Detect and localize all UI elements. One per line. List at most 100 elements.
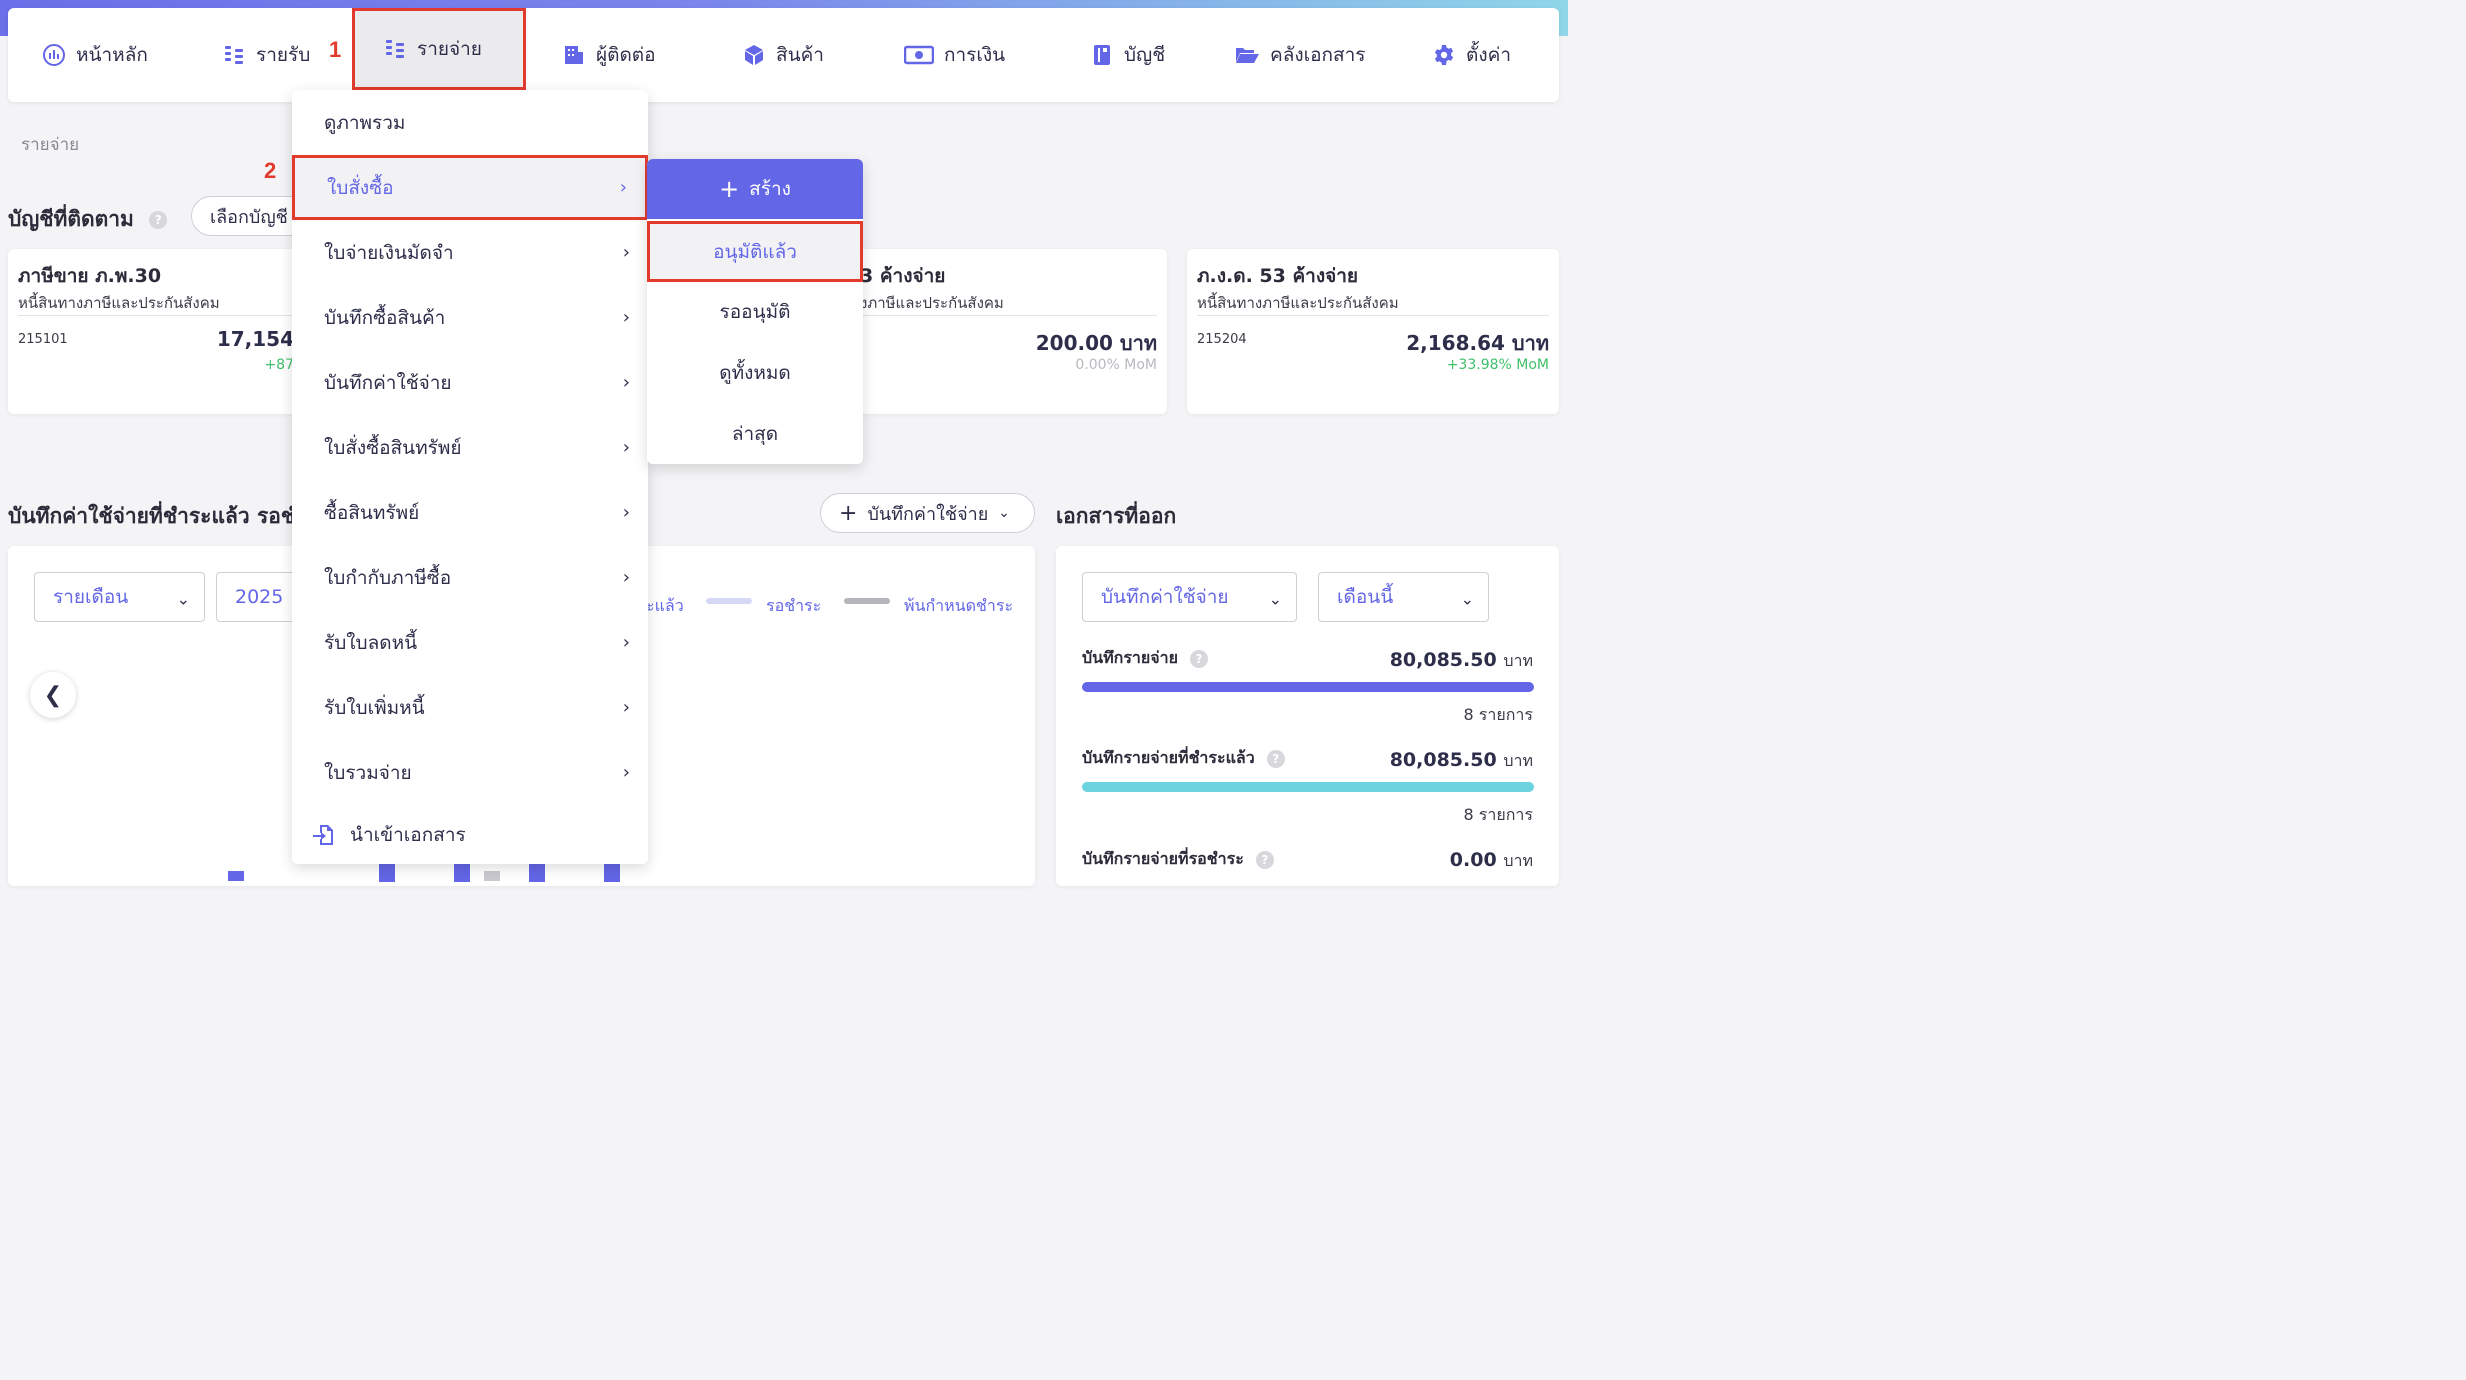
menu-item-purchase-tax-invoice[interactable]: ใบกำกับภาษีซื้อ ›: [292, 545, 648, 610]
doc-period-select[interactable]: เดือนนี้ ⌄: [1318, 572, 1489, 622]
account-mom: +87: [264, 357, 294, 373]
nav-expenses[interactable]: รายจ่าย: [352, 8, 526, 90]
doc-period-select-value: เดือนนี้: [1337, 586, 1394, 608]
nav-documents-label: คลังเอกสาร: [1270, 44, 1366, 66]
chevron-down-icon: ⌄: [176, 589, 190, 609]
account-card-3[interactable]: ภ.ง.ด. 53 ค้างจ่าย หนี้สินทางภาษีและประก…: [1187, 249, 1559, 414]
chevron-right-icon: ›: [622, 697, 630, 718]
menu-item-deposit-payment[interactable]: ใบจ่ายเงินมัดจำ ›: [292, 220, 648, 285]
plus-icon: +: [719, 175, 740, 203]
submenu-item-pending-approval[interactable]: รออนุมัติ: [647, 281, 863, 342]
building-icon: [565, 46, 583, 64]
help-icon[interactable]: ?: [1190, 649, 1209, 668]
issued-docs-title: เอกสารที่ออก: [1056, 504, 1177, 528]
file-import-icon: [313, 824, 333, 845]
main-navbar: หน้าหลัก รายรับ รายจ่าย ผู้ติดต่อ สินค้า…: [8, 8, 1559, 102]
account-subtitle: งภาษีและประกันสังคม: [860, 294, 1004, 312]
menu-item-purchase-record[interactable]: บันทึกซื้อสินค้า ›: [292, 285, 648, 350]
chevron-right-icon: ›: [622, 372, 630, 393]
menu-item-debit-note[interactable]: รับใบเพิ่มหนี้ ›: [292, 675, 648, 740]
stat-label-text: บันทึกรายจ่ายที่ชำระแล้ว: [1082, 748, 1255, 767]
stat-amount: 80,085.50 บาท: [1390, 649, 1533, 674]
menu-item-credit-note[interactable]: รับใบลดหนี้ ›: [292, 610, 648, 675]
chart-prev-button[interactable]: ❮: [30, 672, 76, 718]
submenu-item-view-all[interactable]: ดูทั้งหมด: [647, 342, 863, 403]
nav-finance[interactable]: การเงิน: [904, 8, 1005, 102]
nav-income[interactable]: รายรับ: [222, 8, 310, 102]
menu-item-label: บันทึกค่าใช้จ่าย: [324, 371, 452, 394]
tracked-accounts-title-text: บัญชีที่ติดตาม: [8, 207, 134, 231]
submenu-item-approved[interactable]: อนุมัติแล้ว: [647, 221, 863, 282]
chevron-down-icon: ⌄: [998, 505, 1011, 521]
menu-item-combined-payment[interactable]: ใบรวมจ่าย ›: [292, 740, 648, 805]
nav-accounts[interactable]: บัญชี: [1090, 8, 1165, 102]
create-label: สร้าง: [749, 178, 791, 200]
select-account-label: เลือกบัญชี: [210, 206, 288, 228]
menu-item-purchase-order[interactable]: ใบสั่งซื้อ ›: [292, 155, 648, 220]
coin-stack-icon: [386, 40, 404, 58]
account-subtitle: หนี้สินทางภาษีและประกันสังคม: [18, 294, 220, 312]
doc-type-select-value: บันทึกค่าใช้จ่าย: [1101, 586, 1229, 608]
year-select-value: 2025: [235, 586, 284, 608]
purchase-order-submenu: + สร้าง อนุมัติแล้ว รออนุมัติ ดูทั้งหมด …: [647, 159, 863, 464]
annotation-1: 1: [329, 37, 342, 62]
menu-item-label: ใบสั่งซื้อ: [327, 176, 394, 199]
legend-swatch-overdue: [844, 598, 890, 604]
divider: [860, 315, 1157, 316]
stat-amount: 80,085.50 บาท: [1390, 749, 1533, 774]
stat-label: บันทึกรายจ่ายที่ชำระแล้ว ?: [1082, 746, 1285, 771]
menu-item-label: นำเข้าเอกสาร: [350, 823, 466, 846]
stat-label: บันทึกรายจ่าย ?: [1082, 646, 1209, 671]
expense-section-title: บันทึกค่าใช้จ่ายที่ชำระแล้ว รอชำ: [8, 504, 307, 528]
nav-settings[interactable]: ตั้งค่า: [1432, 8, 1511, 102]
nav-accounts-label: บัญชี: [1124, 44, 1166, 66]
stat-amount: 0.00 บาท: [1450, 849, 1533, 874]
menu-item-label: ใบกำกับภาษีซื้อ: [324, 566, 452, 589]
chevron-right-icon: ›: [622, 502, 630, 523]
stat-count: 8 รายการ: [1463, 705, 1533, 724]
menu-item-expense-record[interactable]: บันทึกค่าใช้จ่าย ›: [292, 350, 648, 415]
divider: [18, 315, 298, 316]
menu-item-label: ซื้อสินทรัพย์: [324, 501, 420, 524]
help-icon[interactable]: ?: [1255, 850, 1274, 869]
issued-docs-card: บันทึกค่าใช้จ่าย ⌄ เดือนนี้ ⌄ บันทึกรายจ…: [1056, 546, 1559, 886]
period-select[interactable]: รายเดือน ⌄: [34, 572, 205, 622]
nav-contacts[interactable]: ผู้ติดต่อ: [562, 8, 656, 102]
chevron-right-icon: ›: [622, 307, 630, 328]
menu-item-import-documents[interactable]: นำเข้าเอกสาร: [292, 802, 648, 867]
menu-item-asset-order[interactable]: ใบสั่งซื้อสินทรัพย์ ›: [292, 415, 648, 480]
help-icon[interactable]: ?: [149, 211, 168, 229]
stat-label-text: บันทึกรายจ่ายที่รอชำระ: [1082, 849, 1244, 868]
menu-item-label: ใบรวมจ่าย: [324, 761, 412, 784]
create-purchase-order-button[interactable]: + สร้าง: [647, 159, 863, 219]
stat-amount-value: 0.00: [1449, 849, 1497, 871]
chevron-right-icon: ›: [622, 762, 630, 783]
account-code: 215204: [1197, 332, 1247, 347]
stat-progress-bar: [1082, 682, 1534, 692]
nav-products[interactable]: สินค้า: [742, 8, 824, 102]
help-icon[interactable]: ?: [1266, 749, 1285, 768]
nav-documents[interactable]: คลังเอกสาร: [1234, 8, 1366, 102]
submenu-item-label: อนุมัติแล้ว: [713, 240, 797, 263]
nav-home[interactable]: หน้าหลัก: [42, 8, 148, 102]
doc-type-select[interactable]: บันทึกค่าใช้จ่าย ⌄: [1082, 572, 1297, 622]
submenu-item-latest[interactable]: ล่าสุด: [647, 403, 863, 464]
breadcrumb: รายจ่าย: [21, 135, 80, 155]
account-card-1[interactable]: ภาษีขาย ภ.พ.30 หนี้สินทางภาษีและประกันสั…: [8, 249, 308, 414]
submenu-item-label: รออนุมัติ: [719, 300, 791, 323]
chevron-right-icon: ›: [622, 242, 630, 263]
menu-item-label: ใบจ่ายเงินมัดจำ: [324, 241, 454, 264]
nav-income-label: รายรับ: [256, 44, 311, 66]
legend-swatch-pending: [706, 598, 752, 604]
menu-item-overview[interactable]: ดูภาพรวม: [292, 90, 648, 155]
expenses-dropdown-menu: ดูภาพรวม ใบสั่งซื้อ › ใบจ่ายเงินมัดจำ › …: [292, 90, 648, 864]
folder-open-icon: [1236, 48, 1259, 63]
stat-progress-bar: [1082, 782, 1534, 792]
nav-products-label: สินค้า: [776, 44, 824, 66]
divider: [1197, 315, 1549, 316]
nav-finance-label: การเงิน: [944, 44, 1006, 66]
menu-item-buy-asset[interactable]: ซื้อสินทรัพย์ ›: [292, 480, 648, 545]
add-expense-button[interactable]: + บันทึกค่าใช้จ่าย ⌄: [820, 493, 1035, 533]
account-amount: 17,154: [216, 327, 294, 351]
chart-bar: [228, 871, 244, 881]
